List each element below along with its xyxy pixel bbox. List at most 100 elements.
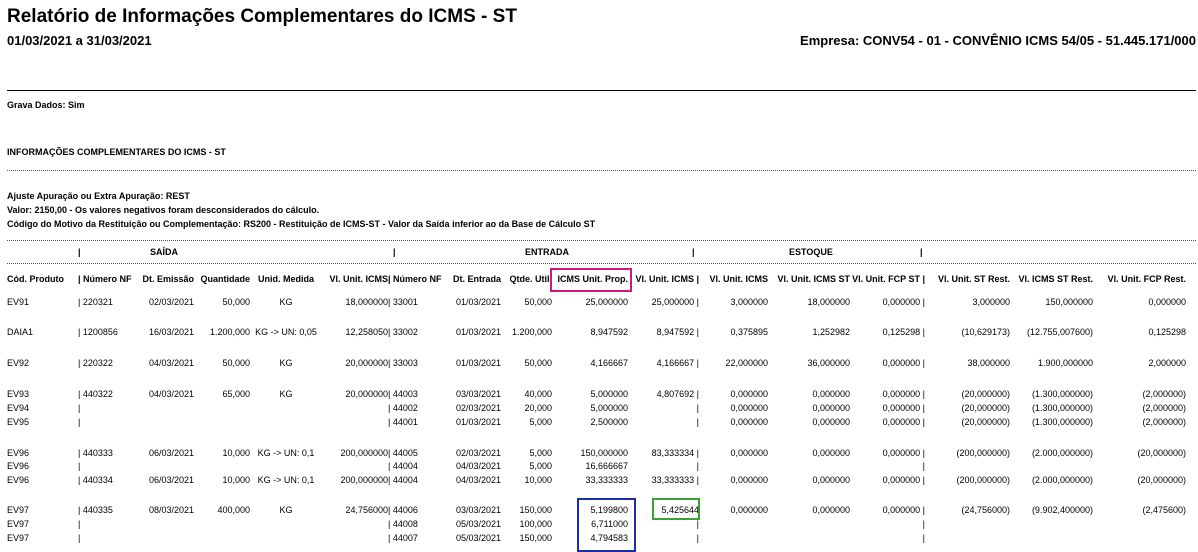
dotted-separator — [7, 170, 1196, 171]
table-cell: 0,000000 — [730, 475, 768, 485]
column-header: Dt. Entrada — [452, 274, 501, 284]
table-cell: 06/03/2021 — [148, 475, 194, 485]
table-cell: 50,000 — [524, 297, 552, 307]
table-cell: 3,000000 — [730, 297, 768, 307]
table-cell: 12,258050 — [345, 327, 388, 337]
table-cell: 50,000 — [222, 297, 250, 307]
table-cell: 0,125298 | — [882, 327, 925, 337]
table-cell: 25,000000 | — [651, 297, 699, 307]
table-cell: 04/03/2021 — [148, 389, 194, 399]
table-cell: (20,000000) — [961, 389, 1010, 399]
table-cell: | — [696, 519, 699, 529]
table-cell: | — [696, 461, 699, 471]
table-cell: 3,000000 — [972, 297, 1010, 307]
table-cell: | 44003 — [388, 389, 418, 399]
table-cell: | 44006 — [388, 505, 418, 515]
table-cell: 50,000 — [524, 358, 552, 368]
table-cell: 0,000000 — [730, 417, 768, 427]
table-cell: EV97 — [7, 533, 30, 543]
table-cell: 03/03/2021 — [455, 505, 501, 515]
table-cell: 5,000 — [529, 417, 552, 427]
section-title: INFORMAÇÕES COMPLEMENTARES DO ICMS - ST — [7, 147, 226, 157]
table-cell: | 220321 — [78, 297, 113, 307]
table-cell: EV94 — [7, 403, 30, 413]
table-cell: 20,000000 — [345, 389, 388, 399]
table-cell: 05/03/2021 — [455, 519, 501, 529]
table-cell: | 44005 — [388, 448, 418, 458]
report-title: Relatório de Informações Complementares … — [7, 6, 517, 27]
column-header: Vl. Unit. FCP Rest. — [1107, 274, 1186, 284]
table-cell: 150,000 — [519, 505, 552, 515]
table-cell: 02/03/2021 — [148, 297, 194, 307]
table-cell: (20,000000) — [1137, 448, 1186, 458]
table-cell: (9.902,400000) — [1031, 505, 1093, 515]
column-header: Vl. Unit. ICMS — [329, 274, 389, 284]
column-header: Vl. Unit. FCP ST | — [852, 274, 925, 284]
table-cell: (12.755,007600) — [1026, 327, 1093, 337]
table-cell: EV97 — [7, 519, 30, 529]
table-cell: | — [696, 403, 699, 413]
table-cell: 0,000000 | — [882, 417, 925, 427]
table-cell: 5,000 — [529, 448, 552, 458]
table-cell: | — [78, 519, 81, 529]
company-label: Empresa: CONV54 - 01 - CONVÊNIO ICMS 54/… — [800, 33, 1196, 48]
table-cell: (10,629173) — [961, 327, 1010, 337]
table-cell: | 44004 — [388, 475, 418, 485]
table-cell: 38,000000 — [967, 358, 1010, 368]
table-cell: KG -> UN: 0,1 — [257, 475, 315, 485]
table-cell: 01/03/2021 — [455, 297, 501, 307]
codigo-line: Código do Motivo da Restituição ou Compl… — [7, 219, 596, 229]
table-cell: | 44004 — [388, 461, 418, 471]
table-cell: (2,000000) — [1142, 403, 1186, 413]
table-cell: 16/03/2021 — [148, 327, 194, 337]
table-cell: 0,000000 | — [882, 358, 925, 368]
table-cell: 24,756000 — [345, 505, 388, 515]
table-cell: 08/03/2021 — [148, 505, 194, 515]
column-header: Vl. Unit. ST Rest. — [937, 274, 1010, 284]
group-sep: | — [78, 247, 81, 257]
header-divider — [7, 90, 1196, 91]
group-sep: | — [692, 247, 695, 257]
table-cell: (2.000,000000) — [1031, 448, 1093, 458]
report-period: 01/03/2021 a 31/03/2021 — [7, 33, 152, 48]
table-cell: | 44008 — [388, 519, 418, 529]
table-cell: 0,000000 — [730, 448, 768, 458]
table-cell: 0,000000 | — [882, 475, 925, 485]
table-cell: EV96 — [7, 461, 30, 471]
group-saida: SAÍDA — [150, 247, 179, 257]
table-cell: 0,000000 — [730, 403, 768, 413]
table-cell: 5,000000 — [590, 389, 628, 399]
table-cell: 40,000 — [524, 389, 552, 399]
table-cell: KG — [279, 505, 293, 515]
table-cell: 5,000000 — [590, 403, 628, 413]
table-cell: 0,000000 — [812, 389, 850, 399]
table-cell: | — [922, 533, 925, 543]
table-cell: 10,000 — [222, 448, 250, 458]
table-cell: 8,947592 | — [656, 327, 699, 337]
table-cell: 22,000000 — [725, 358, 768, 368]
table-cell: | — [78, 533, 81, 543]
table-cell: 20,000 — [524, 403, 552, 413]
group-entrada: ENTRADA — [525, 247, 569, 257]
table-cell: 0,000000 — [812, 475, 850, 485]
table-cell: 18,000000 — [807, 297, 850, 307]
table-cell: 4,166667 — [590, 358, 628, 368]
table-cell: (24,756000) — [961, 505, 1010, 515]
table-cell: 04/03/2021 — [455, 475, 501, 485]
column-header: | Número NF — [78, 274, 132, 284]
table-cell: 16,666667 — [585, 461, 628, 471]
column-header: Vl. Unit. ICMS | — [635, 274, 699, 284]
table-cell: | 44007 — [388, 533, 418, 543]
table-cell: 01/03/2021 — [455, 417, 501, 427]
table-cell: (200,000000) — [956, 475, 1010, 485]
table-cell: | 440334 — [78, 475, 113, 485]
table-cell: | — [922, 461, 925, 471]
table-cell: EV96 — [7, 448, 30, 458]
table-cell: 0,000000 | — [882, 389, 925, 399]
table-cell: 2,500000 — [590, 417, 628, 427]
ajuste-line: Ajuste Apuração ou Extra Apuração: REST — [7, 191, 190, 201]
table-cell: | — [696, 417, 699, 427]
table-cell: 0,000000 | — [882, 403, 925, 413]
table-cell: 400,000 — [217, 505, 250, 515]
table-cell: 4,807692 | — [656, 389, 699, 399]
